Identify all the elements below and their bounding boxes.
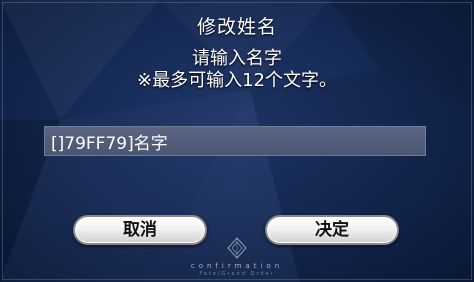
dialog-title: 修改姓名 <box>196 16 277 38</box>
rename-dialog: 修改姓名 请输入名字 ※最多可输入12个文字。 取消 决定 confirmati… <box>0 0 474 282</box>
footer-label: confirmation <box>190 262 284 270</box>
prompt-instruction: 请输入名字 <box>192 48 282 69</box>
name-input[interactable] <box>44 126 426 156</box>
confirm-button[interactable]: 决定 <box>265 215 399 245</box>
prompt-limit-note: ※最多可输入12个文字。 <box>137 70 337 91</box>
fgo-emblem-icon <box>227 237 247 259</box>
dialog-prompt: 请输入名字 ※最多可输入12个文字。 <box>0 48 474 92</box>
footer-sublabel: Fate/Grand Order <box>199 271 275 277</box>
cancel-button[interactable]: 取消 <box>73 215 207 245</box>
